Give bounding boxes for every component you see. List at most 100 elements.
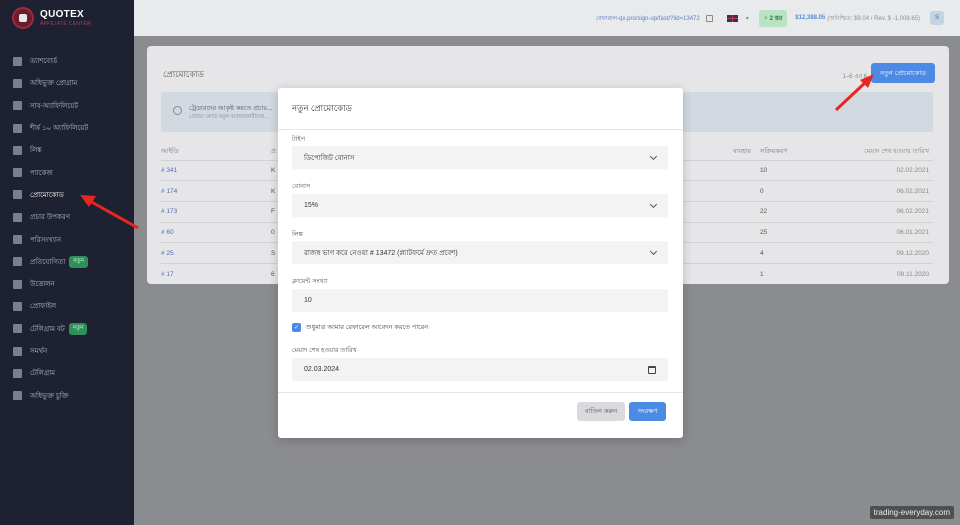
user-icon <box>12 301 22 311</box>
bonus-label: বোনাস <box>292 183 311 190</box>
uk-flag-icon[interactable] <box>726 14 738 22</box>
chevron-down-icon <box>649 247 658 255</box>
activations-cell: 1 <box>759 262 830 285</box>
type-select[interactable]: ডিপোজিট বোনাস <box>292 146 668 169</box>
clients-input[interactable]: 10 <box>292 289 668 312</box>
sidebar-item-label: প্রোমোকোড <box>30 191 64 199</box>
document-icon <box>12 391 22 401</box>
telegram-icon <box>12 368 22 378</box>
brand-name: QUOTEX <box>40 8 85 20</box>
watermark: trading-everyday.com <box>869 506 954 519</box>
usage-cell <box>733 262 760 285</box>
sidebar-item-4[interactable]: লিঙ্ক <box>0 139 134 161</box>
bonus-value: 15% <box>304 202 319 209</box>
referral-only-checkbox-row[interactable]: ✓ শুধুমাত্র আমার রেফারেল আবেদন করতে পারে… <box>292 322 428 333</box>
info-text: ট্রেডারদের আকৃষ্ট করতে প্রচার... <box>189 105 273 112</box>
sidebar-item-9[interactable]: প্রতিযোগিতা নতুন <box>0 251 134 273</box>
promocode-id[interactable]: # 25 <box>161 242 271 264</box>
usage-cell <box>733 221 760 243</box>
activations-cell: 10 <box>759 159 830 181</box>
clients-value: 10 <box>304 297 312 304</box>
sidebar-item-11[interactable]: প্রোফাইল <box>0 295 134 317</box>
referral-link[interactable]: রেফারাল-qx.pro/sign-up/fast/?lid=13472 <box>596 13 700 24</box>
link-value: রাজস্ব ভাগ করে নেওয়া # 13472 (প্ল্যাটফর… <box>304 249 458 257</box>
bot-icon <box>12 324 22 334</box>
promocode-id[interactable]: # 17 <box>161 262 271 285</box>
sidebar-item-14[interactable]: টেলিগ্রাম <box>0 362 134 384</box>
sidebar-item-1[interactable]: অধিভুক্ত প্রোগ্রাম <box>0 72 134 94</box>
promocode-id[interactable]: # 174 <box>161 180 271 202</box>
sidebar-item-label: টেলিগ্রাম বট <box>30 325 65 333</box>
expiry-cell: 08.11.2020 <box>829 262 933 285</box>
expiry-value: 02.03.2024 <box>304 366 340 373</box>
materials-icon <box>12 212 22 222</box>
sidebar-item-label: সমর্থন <box>30 348 48 355</box>
sidebar-item-2[interactable]: সাব-অ্যাফিলিয়েট <box>0 95 134 117</box>
sidebar-item-10[interactable]: উত্তোলন <box>0 273 134 295</box>
folder-icon <box>12 78 22 88</box>
header-id: আইডি <box>161 148 179 156</box>
page-title: প্রোমোকোড <box>163 69 204 79</box>
trophy-icon <box>12 257 22 267</box>
usage-cell <box>733 180 760 202</box>
avatar[interactable]: S <box>930 11 944 25</box>
sidebar-item-13[interactable]: সমর্থন <box>0 340 134 362</box>
sidebar-item-label: উত্তোলন <box>30 281 55 289</box>
new-promocode-modal: নতুন প্রোমোকোড টাইপ ডিপোজিট বোনাস বোনাস … <box>278 88 683 438</box>
expiry-cell: 09.12.2020 <box>829 242 933 264</box>
type-value: ডিপোজিট বোনাস <box>304 154 355 162</box>
activations-cell: 0 <box>759 180 830 202</box>
expiry-label: মেয়াদ শেষ হওয়ার তারিখ <box>292 347 357 354</box>
referral-only-checkbox[interactable]: ✓ <box>292 323 301 332</box>
copy-icon[interactable] <box>705 14 713 22</box>
save-button[interactable]: সংরক্ষণ <box>629 402 666 421</box>
sidebar-item-12[interactable]: টেলিগ্রাম বট নতুন <box>0 318 134 340</box>
toggle-icon <box>12 190 22 200</box>
type-label: টাইপ <box>292 136 306 143</box>
sidebar-item-label: টেলিগ্রাম <box>30 370 56 378</box>
link-label: লিঙ্ক <box>292 231 303 238</box>
header-expiry: মেয়াদ শেষ হওয়ার তারিখ <box>864 148 929 156</box>
sidebar-item-3[interactable]: শীর্ষ ১০ অ্যাফিলিয়েট <box>0 117 134 139</box>
chevron-down-icon <box>649 152 658 160</box>
promocode-id[interactable]: # 60 <box>161 221 271 243</box>
sidebar-item-15[interactable]: অধিভুক্ত চুক্তি <box>0 384 134 406</box>
sidebar-item-label: লিঙ্ক <box>30 147 42 155</box>
usage-cell <box>733 242 760 264</box>
link-select[interactable]: রাজস্ব ভাগ করে নেওয়া # 13472 (প্ল্যাটফর… <box>292 241 668 264</box>
calendar-icon[interactable] <box>648 365 656 374</box>
clients-label: ক্লায়েন্ট সংখ্যা <box>292 278 328 285</box>
sidebar-item-label: শীর্ষ ১০ অ্যাফিলিয়েট <box>30 125 89 133</box>
level-badge: ⚡ 2 স্তর <box>758 9 788 27</box>
expiry-cell: 06.02.2021 <box>829 180 933 202</box>
info-subtext: প্রোমো কোড নতুন ব্যবহারকারীদের... <box>189 114 269 120</box>
sidebar-item-label: প্রোফাইল <box>30 303 57 311</box>
pie-chart-icon <box>12 235 22 245</box>
activations-cell: 25 <box>759 221 830 243</box>
header-usage: ব্যবহার <box>733 148 751 156</box>
checkbox-label: শুধুমাত্র আমার রেফারেল আবেদন করতে পারেন <box>306 324 429 331</box>
expiry-cell: 06.01.2021 <box>829 221 933 243</box>
dashboard-icon <box>12 56 22 66</box>
sidebar-item-label: ড্যাশবোর্ড <box>30 58 58 66</box>
new-promocode-button[interactable]: নতুন প্রোমোকোড <box>871 63 935 83</box>
promocode-id[interactable]: # 173 <box>161 200 271 223</box>
sidebar-item-label: পরিসংখ্যান <box>30 236 62 244</box>
link-icon <box>12 145 22 155</box>
arrow-to-new-button <box>834 74 874 112</box>
expiry-cell: 02.02.2021 <box>829 159 933 181</box>
brand-subtitle: AFFILIATE CENTER <box>40 20 92 27</box>
cancel-button[interactable]: বাতিল করুন <box>577 402 625 421</box>
expiry-date-input[interactable]: 02.03.2024 <box>292 358 668 381</box>
info-icon <box>173 106 182 115</box>
activations-cell: 22 <box>759 200 830 223</box>
activations-cell: 4 <box>759 242 830 264</box>
box-icon <box>12 168 22 178</box>
brand[interactable]: QUOTEX AFFILIATE CENTER <box>0 0 134 36</box>
language-chevron-icon[interactable]: ▾ <box>746 15 749 22</box>
headset-icon <box>12 346 22 356</box>
promocode-id[interactable]: # 341 <box>161 159 271 181</box>
sidebar-item-5[interactable]: প্যাকেজ <box>0 161 134 183</box>
sidebar-item-0[interactable]: ড্যাশবোর্ড <box>0 50 134 72</box>
bonus-select[interactable]: 15% <box>292 194 668 217</box>
